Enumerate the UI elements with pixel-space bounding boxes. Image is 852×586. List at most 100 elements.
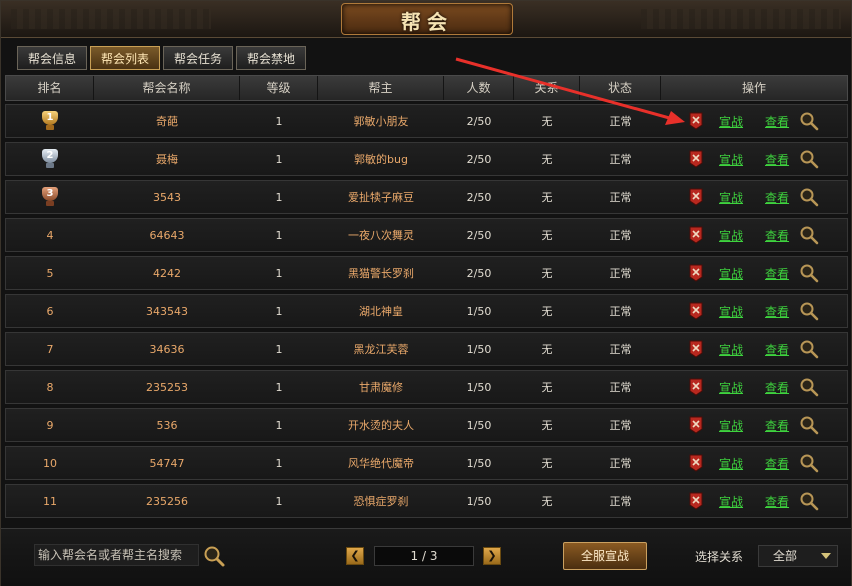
cell-status: 正常 <box>609 495 632 508</box>
prev-page-button[interactable]: ❮ <box>346 547 364 565</box>
view-link[interactable]: 查看 <box>765 113 789 130</box>
red-banner-icon[interactable] <box>687 150 705 168</box>
magnifier-icon[interactable] <box>799 339 819 359</box>
bronze-cup-icon: 3 <box>39 187 61 207</box>
red-banner-icon[interactable] <box>687 302 705 320</box>
declare-war-link[interactable]: 宣战 <box>719 303 743 320</box>
view-link[interactable]: 查看 <box>765 151 789 168</box>
view-link[interactable]: 查看 <box>765 265 789 282</box>
declare-war-link[interactable]: 宣战 <box>719 189 743 206</box>
bottom-bar: ❮ 1 / 3 ❯ 全服宣战 选择关系 全部 <box>1 528 851 586</box>
magnifier-icon[interactable] <box>799 301 819 321</box>
search-input[interactable] <box>34 544 199 566</box>
cell-rank: 5 <box>6 267 94 280</box>
cell-status: 正常 <box>609 457 632 470</box>
page-indicator: 1 / 3 <box>374 546 474 566</box>
cell-leader: 黑猫警长罗刹 <box>348 267 414 280</box>
cell-ops: 宣战 查看 <box>661 415 847 435</box>
cell-count: 2/50 <box>466 152 492 166</box>
view-link[interactable]: 查看 <box>765 493 789 510</box>
table-row: 11 235256 1 恐惧症罗刹 1/50 无 正常 宣战 查看 <box>5 484 848 518</box>
cell-level: 1 <box>275 418 283 432</box>
declare-war-link[interactable]: 宣战 <box>719 341 743 358</box>
cell-rank: 9 <box>6 419 94 432</box>
relation-select[interactable]: 全部 <box>758 545 838 567</box>
cell-rank: 2 <box>6 149 94 169</box>
magnifier-icon[interactable] <box>799 263 819 283</box>
cell-count: 2/50 <box>466 190 492 204</box>
cell-count: 2/50 <box>466 266 492 280</box>
declare-war-link[interactable]: 宣战 <box>719 113 743 130</box>
magnifier-icon[interactable] <box>799 187 819 207</box>
next-page-button[interactable]: ❯ <box>483 547 501 565</box>
cell-status: 正常 <box>609 229 632 242</box>
magnifier-icon[interactable] <box>799 453 819 473</box>
tab-guild-tasks[interactable]: 帮会任务 <box>163 46 233 70</box>
cell-status: 正常 <box>609 343 632 356</box>
view-link[interactable]: 查看 <box>765 417 789 434</box>
cell-rank: 6 <box>6 305 94 318</box>
declare-war-link[interactable]: 宣战 <box>719 493 743 510</box>
rank-number: 11 <box>43 494 57 508</box>
cell-relation: 无 <box>541 115 553 128</box>
rank-number: 4 <box>46 228 54 242</box>
tab-guild-info[interactable]: 帮会信息 <box>17 46 87 70</box>
red-banner-icon[interactable] <box>687 416 705 434</box>
cell-ops: 宣战 查看 <box>661 111 847 131</box>
magnifier-icon[interactable] <box>799 225 819 245</box>
red-banner-icon[interactable] <box>687 226 705 244</box>
cell-guild-name: 4242 <box>153 266 181 280</box>
declare-war-link[interactable]: 宣战 <box>719 151 743 168</box>
cell-relation: 无 <box>541 267 553 280</box>
tab-guild-forbidden[interactable]: 帮会禁地 <box>236 46 306 70</box>
cell-ops: 宣战 查看 <box>661 453 847 473</box>
declare-war-link[interactable]: 宣战 <box>719 417 743 434</box>
view-link[interactable]: 查看 <box>765 303 789 320</box>
red-banner-icon[interactable] <box>687 378 705 396</box>
red-banner-icon[interactable] <box>687 454 705 472</box>
view-link[interactable]: 查看 <box>765 189 789 206</box>
view-link[interactable]: 查看 <box>765 455 789 472</box>
declare-war-all-button[interactable]: 全服宣战 <box>563 542 647 570</box>
cell-level: 1 <box>275 380 283 394</box>
red-banner-icon[interactable] <box>687 492 705 510</box>
magnifier-icon[interactable] <box>799 377 819 397</box>
tab-guild-list[interactable]: 帮会列表 <box>90 46 160 70</box>
magnifier-icon[interactable] <box>799 111 819 131</box>
cell-leader: 一夜八次舞灵 <box>348 229 414 242</box>
cell-guild-name: 54747 <box>149 456 185 470</box>
table-row: 6 343543 1 湖北神皇 1/50 无 正常 宣战 查看 <box>5 294 848 328</box>
red-banner-icon[interactable] <box>687 188 705 206</box>
declare-war-link[interactable]: 宣战 <box>719 455 743 472</box>
red-banner-icon[interactable] <box>687 340 705 358</box>
magnifier-icon[interactable] <box>799 415 819 435</box>
view-link[interactable]: 查看 <box>765 379 789 396</box>
declare-war-link[interactable]: 宣战 <box>719 265 743 282</box>
cell-relation: 无 <box>541 419 553 432</box>
col-ops: 操作 <box>741 81 766 95</box>
declare-war-link[interactable]: 宣战 <box>719 227 743 244</box>
cell-rank: 8 <box>6 381 94 394</box>
red-banner-icon[interactable] <box>687 264 705 282</box>
red-banner-icon[interactable] <box>687 112 705 130</box>
cell-level: 1 <box>275 266 283 280</box>
cell-ops: 宣战 查看 <box>661 301 847 321</box>
cell-ops: 宣战 查看 <box>661 187 847 207</box>
cell-ops: 宣战 查看 <box>661 339 847 359</box>
relation-select-value: 全部 <box>773 549 798 563</box>
magnifier-icon[interactable] <box>799 491 819 511</box>
cell-level: 1 <box>275 228 283 242</box>
cell-rank: 1 <box>6 111 94 131</box>
view-link[interactable]: 查看 <box>765 341 789 358</box>
panel-title: 帮会 <box>401 10 453 34</box>
search-icon[interactable] <box>202 544 226 568</box>
declare-war-link[interactable]: 宣战 <box>719 379 743 396</box>
cell-rank: 7 <box>6 343 94 356</box>
title-plate: 帮会 <box>341 3 513 35</box>
magnifier-icon[interactable] <box>799 149 819 169</box>
cell-ops: 宣战 查看 <box>661 225 847 245</box>
cell-level: 1 <box>275 152 283 166</box>
cell-rank: 3 <box>6 187 94 207</box>
cell-guild-name: 235256 <box>146 494 188 508</box>
view-link[interactable]: 查看 <box>765 227 789 244</box>
